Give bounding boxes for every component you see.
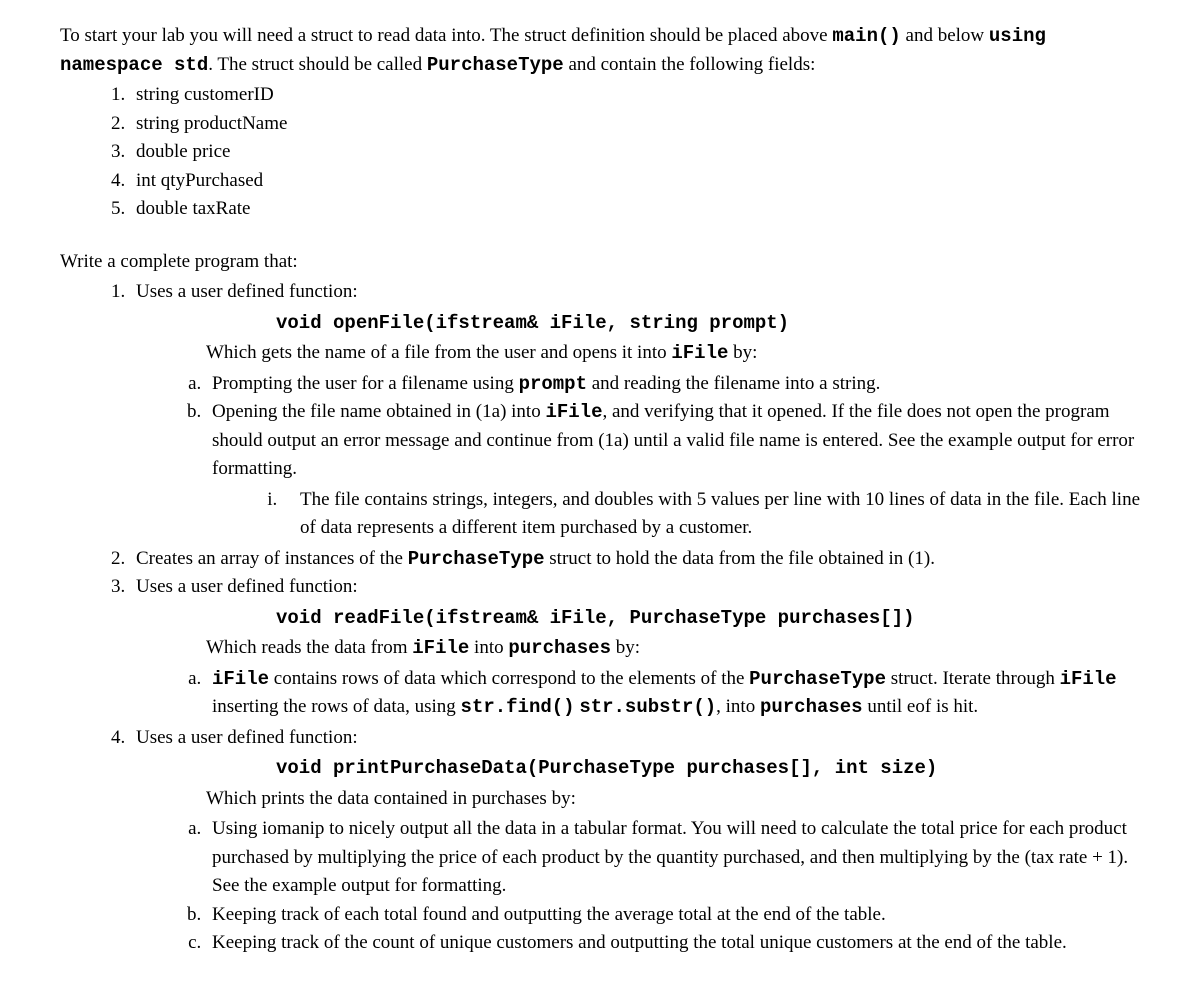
write-complete-heading: Write a complete program that:	[60, 248, 1140, 277]
item3-a-t3: inserting the rows of data, using	[212, 696, 461, 717]
item1-b-sublist: The file contains strings, integers, and…	[212, 486, 1140, 543]
item1-a-1: Prompting the user for a filename using	[212, 373, 519, 394]
item1-a-2: and reading the filename into a string.	[587, 373, 880, 394]
item3-a-code1: iFile	[212, 668, 269, 690]
item3-a-t2: struct. Iterate through	[886, 668, 1060, 689]
item3-a-code5: str.substr()	[579, 696, 716, 718]
intro-text-1: To start your lab you will need a struct…	[60, 25, 832, 46]
item2-t2: struct to hold the data from the file ob…	[545, 548, 935, 569]
item3-code2: purchases	[508, 637, 611, 659]
item3-a-t5: until eof is hit.	[863, 696, 979, 717]
intro-paragraph: To start your lab you will need a struct…	[60, 22, 1140, 79]
item1-a: Prompting the user for a filename using …	[206, 370, 1140, 399]
item4-c: Keeping track of the count of unique cus…	[206, 929, 1140, 958]
item3-lead: Uses a user defined function:	[136, 576, 358, 597]
intro-text-3: . The struct should be called	[208, 54, 427, 75]
item3-a: iFile contains rows of data which corres…	[206, 665, 1140, 722]
intro-text-2: and below	[901, 25, 989, 46]
item4-lead: Uses a user defined function:	[136, 727, 358, 748]
field-item-4: int qtyPurchased	[130, 167, 1140, 196]
item2-t1: Creates an array of instances of the	[136, 548, 408, 569]
item3-a-t1: contains rows of data which correspond t…	[269, 668, 749, 689]
item4-signature: void printPurchaseData(PurchaseType purc…	[136, 754, 1140, 783]
item3-which: Which reads the data from iFile into pur…	[136, 634, 1140, 663]
code-purchasetype: PurchaseType	[427, 54, 564, 76]
item3-a-code2: PurchaseType	[749, 668, 886, 690]
item1-which: Which gets the name of a file from the u…	[136, 339, 1140, 368]
item3-which-3: by:	[611, 637, 640, 658]
fields-list: string customerID string productName dou…	[60, 81, 1140, 224]
item4-which: Which prints the data contained in purch…	[136, 785, 1140, 814]
item3-code1: iFile	[412, 637, 469, 659]
item1-lead: Uses a user defined function:	[136, 281, 358, 302]
item3-signature: void readFile(ifstream& iFile, PurchaseT…	[136, 604, 1140, 633]
item1-which-2: by:	[728, 342, 757, 363]
item1-b-1: Opening the file name obtained in (1a) i…	[212, 401, 545, 422]
field-item-5: double taxRate	[130, 195, 1140, 224]
item1-b: Opening the file name obtained in (1a) i…	[206, 398, 1140, 543]
item4-b: Keeping track of each total found and ou…	[206, 901, 1140, 930]
item1-sublist: Prompting the user for a filename using …	[136, 370, 1140, 543]
main-item-1: Uses a user defined function: void openF…	[130, 278, 1140, 543]
item1-signature: void openFile(ifstream& iFile, string pr…	[136, 309, 1140, 338]
item3-a-code6: purchases	[760, 696, 863, 718]
code-main: main()	[832, 25, 900, 47]
item3-a-code3: iFile	[1060, 668, 1117, 690]
item4-a: Using iomanip to nicely output all the d…	[206, 815, 1140, 901]
field-item-1: string customerID	[130, 81, 1140, 110]
item3-which-1: Which reads the data from	[206, 637, 412, 658]
main-item-4: Uses a user defined function: void print…	[130, 724, 1140, 958]
item3-a-t4: , into	[716, 696, 760, 717]
item3-a-code4: str.find()	[461, 696, 575, 718]
field-item-3: double price	[130, 138, 1140, 167]
main-item-2: Creates an array of instances of the Pur…	[130, 545, 1140, 574]
item3-sublist: iFile contains rows of data which corres…	[136, 665, 1140, 722]
item1-b-i: The file contains strings, integers, and…	[282, 486, 1140, 543]
item2-code: PurchaseType	[408, 548, 545, 570]
item1-which-1: Which gets the name of a file from the u…	[206, 342, 671, 363]
item1-which-code: iFile	[671, 342, 728, 364]
field-item-2: string productName	[130, 110, 1140, 139]
main-item-3: Uses a user defined function: void readF…	[130, 573, 1140, 722]
item1-a-code: prompt	[519, 373, 587, 395]
item1-b-code: iFile	[545, 401, 602, 423]
main-list: Uses a user defined function: void openF…	[60, 278, 1140, 958]
item3-which-2: into	[469, 637, 508, 658]
item4-sublist: Using iomanip to nicely output all the d…	[136, 815, 1140, 958]
intro-text-4: and contain the following fields:	[564, 54, 816, 75]
